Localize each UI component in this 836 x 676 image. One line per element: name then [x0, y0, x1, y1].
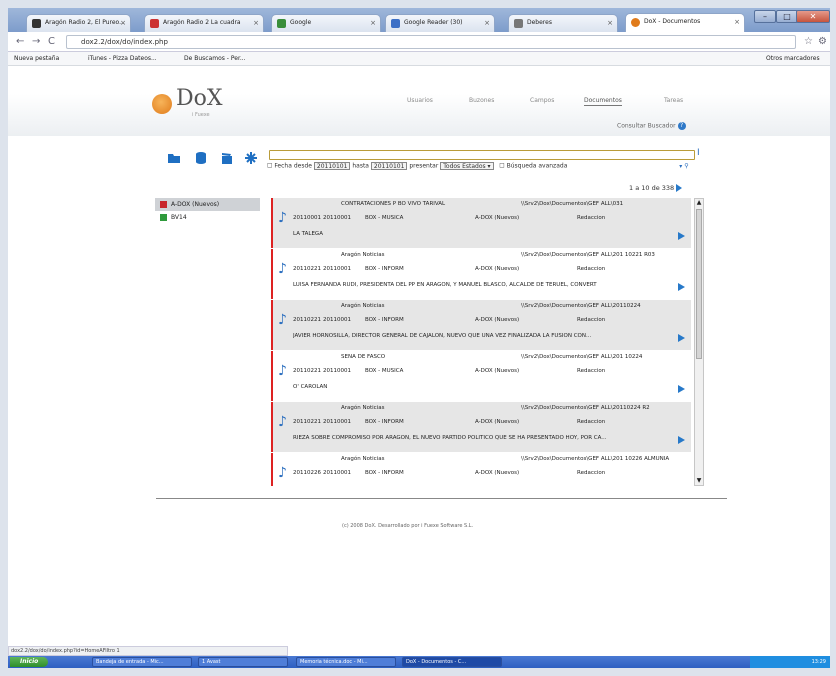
close-tab-icon[interactable]: ×	[120, 15, 126, 31]
google-icon	[277, 19, 286, 28]
windows-taskbar: Inicio Bandeja de entrada - Mic... 1 Ava…	[8, 656, 830, 668]
screen: Aragón Radio 2, El Pureo... × Aragón Radi…	[8, 8, 830, 668]
buzon-item-adox[interactable]: A-DOX (Nuevos)	[155, 198, 260, 211]
start-button[interactable]: Inicio	[10, 657, 48, 667]
logo-mark-icon	[152, 94, 172, 114]
checkbox-avanzada[interactable]: ☐	[499, 163, 504, 170]
page-icon	[150, 19, 159, 28]
scroll-up-icon[interactable]: ▲	[695, 199, 703, 207]
close-tab-icon[interactable]: ×	[607, 15, 613, 31]
next-page-icon[interactable]	[676, 184, 683, 192]
audio-note-icon: ♪	[278, 210, 287, 226]
task-mail[interactable]: Bandeja de entrada - Mic...	[92, 657, 192, 667]
close-tab-icon[interactable]: ×	[734, 14, 740, 30]
folder-icon[interactable]	[167, 151, 181, 165]
scrollbar-thumb[interactable]	[696, 209, 702, 359]
system-tray: 13:29	[750, 656, 830, 668]
browser-toolbar: ← → C dox2.2/dox/do/index.php ☆ ⚙	[8, 32, 830, 52]
fecha-desde-input[interactable]: 20110101	[313, 162, 351, 170]
play-icon[interactable]	[678, 283, 685, 291]
reader-icon	[391, 19, 400, 28]
consultar-buscador-link[interactable]: Consultar Buscador?	[617, 122, 686, 130]
forward-icon[interactable]: →	[32, 36, 40, 47]
tab-deberes[interactable]: Deberes ×	[508, 14, 618, 32]
maximize-button[interactable]: □	[776, 10, 798, 23]
address-bar[interactable]: dox2.2/dox/do/index.php	[66, 35, 796, 49]
menu-documentos[interactable]: Documentos	[584, 97, 622, 106]
menu-campos[interactable]: Campos	[530, 97, 554, 104]
audio-note-icon: ♪	[278, 414, 287, 430]
bookmark-new-tab[interactable]: Nueva pestaña	[14, 52, 59, 65]
page-icon	[32, 19, 41, 28]
browser-status-bar: dox2.2/dox/do/index.php?id=HomeAFiltro 1	[8, 646, 288, 656]
search-icon[interactable]: ⚲	[684, 163, 688, 170]
bookmark-others[interactable]: Otros marcadores	[766, 52, 820, 65]
results-pager: 1 a 10 de 338	[629, 184, 683, 192]
help-icon: ?	[677, 122, 686, 130]
play-icon[interactable]	[678, 334, 685, 342]
dox-icon	[631, 18, 640, 27]
asterisk-icon[interactable]	[244, 151, 258, 165]
bookmark-buscamos[interactable]: De Buscamos - Per...	[184, 52, 246, 65]
checkbox-fecha[interactable]: ☐	[267, 163, 272, 170]
text-cursor-icon: I	[697, 148, 700, 158]
tab-aragon-radio-2[interactable]: Aragón Radio 2 La cuadra ×	[144, 14, 264, 32]
dox-logo[interactable]: DoX i Fuexe	[152, 86, 252, 126]
dropdown-arrow-icon[interactable]: ▾	[679, 163, 682, 170]
results-list: ♪ CONTRATACIONES P BO VIVO TARIVAL \\Srv…	[271, 198, 691, 486]
page-icon	[514, 19, 523, 28]
buzon-color-icon	[160, 201, 167, 208]
browser-tab-bar: Aragón Radio 2, El Pureo... × Aragón Radi…	[8, 8, 830, 33]
buzon-color-icon	[160, 214, 167, 221]
reload-icon[interactable]: C	[48, 36, 55, 47]
task-avast[interactable]: 1 Avast	[198, 657, 288, 667]
list-item[interactable]: ♪ Aragón Noticias \\Srv2\Dox\Documentos\…	[271, 402, 691, 452]
footer-copyright: (c) 2008 DoX. Desarrollado por i Fuexe S…	[342, 523, 474, 529]
close-tab-icon[interactable]: ×	[253, 15, 259, 31]
list-item[interactable]: ♪ Aragón Noticias \\Srv2\Dox\Documentos\…	[271, 300, 691, 350]
play-icon[interactable]	[678, 232, 685, 240]
tab-aragon-radio-1[interactable]: Aragón Radio 2, El Pureo... ×	[26, 14, 131, 32]
close-tab-icon[interactable]: ×	[370, 15, 376, 31]
play-icon[interactable]	[678, 385, 685, 393]
buzon-item-bv14[interactable]: BV14	[155, 211, 260, 224]
list-item[interactable]: ♪ Aragón Noticias \\Srv2\Dox\Documentos\…	[271, 249, 691, 299]
database-icon[interactable]	[194, 151, 208, 165]
scroll-down-icon[interactable]: ▼	[695, 477, 703, 485]
close-window-button[interactable]: ✕	[796, 10, 830, 23]
bookmark-itunes[interactable]: iTunes - Pizza Dateos...	[88, 52, 157, 65]
audio-note-icon: ♪	[278, 363, 287, 379]
tab-dox-documentos[interactable]: DoX - Documentos ×	[625, 13, 745, 33]
back-icon[interactable]: ←	[16, 36, 24, 47]
task-dox[interactable]: DoX - Documentos - C...	[402, 657, 502, 667]
audio-note-icon: ♪	[278, 261, 287, 277]
search-filters: ☐ Fecha desde 20110101 hasta 20110101 pr…	[267, 162, 689, 170]
task-memoria[interactable]: Memoria técnica.doc - Mi...	[296, 657, 396, 667]
clapper-icon[interactable]	[220, 151, 234, 165]
close-tab-icon[interactable]: ×	[484, 15, 490, 31]
list-item[interactable]: ♪ SENA DE FASCO \\Srv2\Dox\Documentos\GE…	[271, 351, 691, 401]
web-page: DoX i Fuexe Usuarios Buzones Campos Docu…	[8, 66, 830, 646]
wrench-icon[interactable]: ⚙	[818, 36, 827, 47]
estado-select[interactable]: Todos Estados ▾	[440, 162, 494, 170]
list-item[interactable]: ♪ Aragón Noticias \\Srv2\Dox\Documentos\…	[271, 453, 691, 486]
fecha-hasta-input[interactable]: 20110101	[370, 162, 408, 170]
list-item[interactable]: ♪ CONTRATACIONES P BO VIVO TARIVAL \\Srv…	[271, 198, 691, 248]
bookmarks-bar: Nueva pestaña iTunes - Pizza Dateos... D…	[8, 52, 830, 66]
star-icon[interactable]: ☆	[804, 36, 813, 47]
search-input[interactable]	[269, 150, 695, 160]
play-icon[interactable]	[678, 436, 685, 444]
tab-google-reader[interactable]: Google Reader (30) ×	[385, 14, 495, 32]
menu-tareas[interactable]: Tareas	[664, 97, 683, 104]
clock: 13:29	[811, 659, 826, 665]
minimize-button[interactable]: –	[754, 10, 776, 23]
divider	[156, 498, 727, 499]
results-scrollbar[interactable]: ▲ ▼	[694, 198, 704, 486]
buzones-list: A-DOX (Nuevos) BV14	[155, 198, 260, 224]
audio-note-icon: ♪	[278, 312, 287, 328]
audio-note-icon: ♪	[278, 465, 287, 481]
menu-usuarios[interactable]: Usuarios	[407, 97, 433, 104]
menu-buzones[interactable]: Buzones	[469, 97, 494, 104]
tab-google[interactable]: Google ×	[271, 14, 381, 32]
